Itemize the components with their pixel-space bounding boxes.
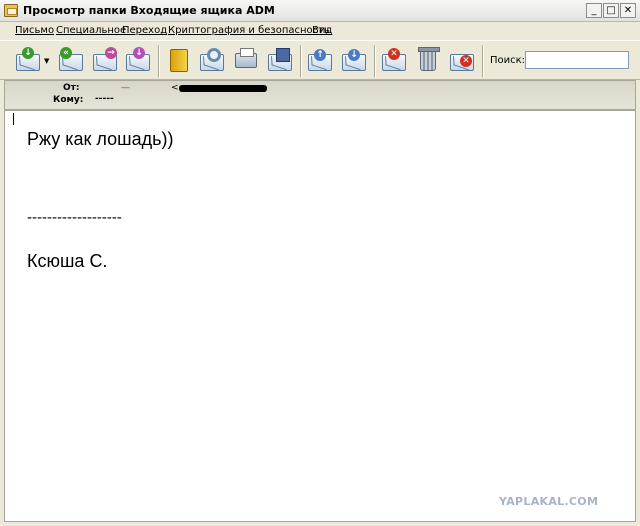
forward-button[interactable]: → <box>91 47 119 75</box>
move-down-button[interactable]: ↓ <box>340 47 368 75</box>
dropdown-arrow-icon[interactable]: ▼ <box>44 57 49 65</box>
search-mail-button[interactable] <box>198 47 226 75</box>
forward-icon: → <box>105 47 117 59</box>
search-input[interactable] <box>525 51 629 69</box>
menu-item-goto[interactable]: Переход <box>122 25 167 36</box>
menu-item-view[interactable]: Вид <box>312 25 332 36</box>
print-icon <box>235 48 257 68</box>
menu-item-crypto[interactable]: Криптография и безопасность <box>168 25 330 36</box>
trash-button[interactable] <box>414 47 442 75</box>
to-label: Кому: <box>53 95 84 105</box>
maximize-button[interactable]: □ <box>603 3 619 18</box>
receive-mail-icon: ↓ <box>22 47 34 59</box>
trash-icon <box>418 47 440 71</box>
window-title: Просмотр папки Входящие ящика ADM <box>23 4 275 17</box>
title-bar[interactable]: Просмотр папки Входящие ящика ADM _ □ ✕ <box>0 0 640 22</box>
toolbar: ↓ ▼ « → ↓ ↑ ↓ ✕ ✕ Поиск: <box>0 40 640 80</box>
signature-separator: ------------------- <box>27 209 122 226</box>
site-watermark: YAPLAKAL.COM <box>499 495 599 508</box>
delete-mark-icon: ✕ <box>388 48 400 60</box>
toolbar-separator <box>482 45 484 77</box>
from-value: < <box>171 83 179 93</box>
search-label: Поиск: <box>490 55 526 66</box>
message-line: Ржу как лошадь)) <box>27 129 174 149</box>
search-mail-icon <box>207 48 221 62</box>
from-label: От: <box>63 83 80 93</box>
close-button[interactable]: ✕ <box>620 3 636 18</box>
menu-item-letter[interactable]: Письмо <box>15 25 54 36</box>
delete-icon: ✕ <box>460 55 472 67</box>
reply-all-icon: « <box>60 47 72 59</box>
text-cursor <box>13 113 14 125</box>
receive-mail-button[interactable]: ↓ <box>14 47 42 75</box>
move-up-icon: ↑ <box>314 49 326 61</box>
message-header: От: — < Кому: ----- <box>4 80 636 110</box>
move-up-button[interactable]: ↑ <box>306 47 334 75</box>
minimize-button[interactable]: _ <box>586 3 602 18</box>
signature-name: Ксюша С. <box>27 251 108 271</box>
redirect-icon: ↓ <box>133 47 145 59</box>
save-icon <box>276 48 290 62</box>
reply-all-button[interactable]: « <box>57 47 85 75</box>
address-book-icon <box>170 49 188 72</box>
mark-delete-button[interactable]: ✕ <box>380 47 408 75</box>
menu-bar: Письмо Специальное Переход Криптография … <box>0 22 640 40</box>
menu-item-special[interactable]: Специальное <box>56 25 126 36</box>
toolbar-separator <box>374 45 376 77</box>
to-value: ----- <box>95 94 114 104</box>
redacted-sender <box>179 85 267 92</box>
message-body[interactable]: Ржу как лошадь)) ------------------- Ксю… <box>4 110 636 522</box>
print-button[interactable] <box>232 47 260 75</box>
address-book-button[interactable] <box>164 47 192 75</box>
save-button[interactable] <box>266 47 294 75</box>
delete-button[interactable]: ✕ <box>448 47 476 75</box>
from-dash: — <box>121 83 130 93</box>
move-down-icon: ↓ <box>348 49 360 61</box>
mail-viewer-window: Просмотр папки Входящие ящика ADM _ □ ✕ … <box>0 0 640 526</box>
toolbar-separator <box>158 45 160 77</box>
folder-icon <box>4 4 18 17</box>
toolbar-separator <box>300 45 302 77</box>
redirect-button[interactable]: ↓ <box>124 47 152 75</box>
